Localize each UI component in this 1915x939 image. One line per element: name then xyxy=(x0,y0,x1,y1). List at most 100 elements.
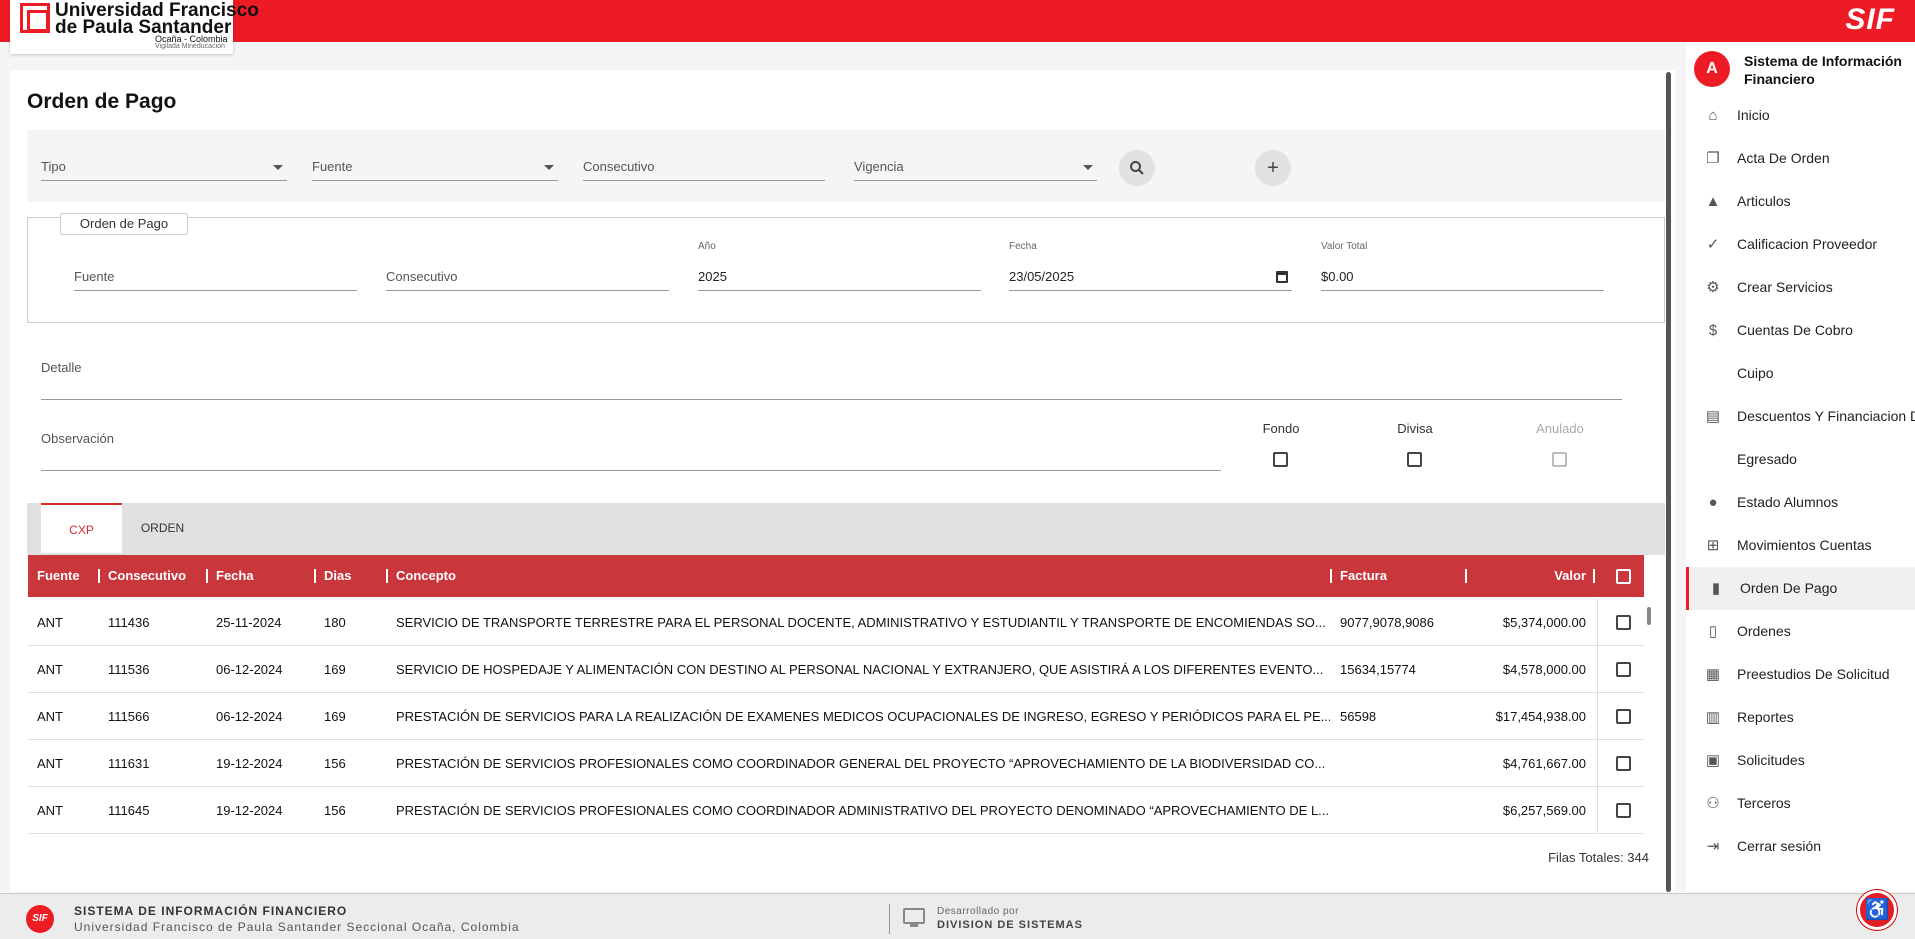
row-checkbox[interactable] xyxy=(1616,756,1631,771)
cell-fuente: ANT xyxy=(37,803,63,818)
row-checkbox[interactable] xyxy=(1616,709,1631,724)
payment-document-icon: ▮ xyxy=(1711,580,1721,597)
sidebar-item-reportes[interactable]: ▥ Reportes xyxy=(1686,696,1915,739)
sidebar-item-ordenes[interactable]: ▯ Ordenes xyxy=(1686,610,1915,653)
col-fuente[interactable]: Fuente xyxy=(37,555,80,597)
col-concepto[interactable]: Concepto xyxy=(396,555,456,597)
sidebar-item-orden-de-pago[interactable]: ▮ Orden De Pago xyxy=(1686,567,1915,610)
col-dias[interactable]: Dias xyxy=(324,555,351,597)
cell-fecha: 06-12-2024 xyxy=(216,662,283,677)
cxp-table: Fuente Consecutivo Fecha Dias Concepto F… xyxy=(27,555,1665,879)
vigencia-label: Vigencia xyxy=(854,159,904,174)
sidebar-item-egresado[interactable]: Egresado xyxy=(1686,438,1915,481)
cell-fuente: ANT xyxy=(37,709,63,724)
document-icon: ▯ xyxy=(1708,623,1718,640)
sidebar-item-label: Cuentas De Cobro xyxy=(1737,322,1853,338)
select-all-checkbox[interactable] xyxy=(1616,569,1631,584)
sif-footer-logo: SIF xyxy=(26,905,54,933)
table-header: Fuente Consecutivo Fecha Dias Concepto F… xyxy=(28,555,1644,597)
account-tree-icon: ⊞ xyxy=(1706,537,1720,554)
col-valor[interactable]: Valor xyxy=(1475,555,1586,597)
fecha-input[interactable]: Fecha 23/05/2025 xyxy=(1009,241,1292,291)
anio-label: Año xyxy=(698,241,716,252)
orden-fuente-input[interactable]: Fuente xyxy=(74,263,357,291)
sidebar-item-solicitudes[interactable]: ▣ Solicitudes xyxy=(1686,739,1915,782)
col-divider xyxy=(1597,787,1598,834)
table-row[interactable]: ANT 111645 19-12-2024 156 PRESTACIÓN DE … xyxy=(28,787,1644,834)
sidebar-item-label: Reportes xyxy=(1737,709,1794,725)
col-consecutivo[interactable]: Consecutivo xyxy=(108,555,186,597)
sidebar-item-descuentos[interactable]: ▤ Descuentos Y Financiacion De xyxy=(1686,395,1915,438)
footer-divider xyxy=(889,904,890,934)
sidebar-item-preestudios[interactable]: ▦ Preestudios De Solicitud xyxy=(1686,653,1915,696)
table-scrollbar[interactable] xyxy=(1647,607,1651,625)
sidebar-item-estado-alumnos[interactable]: ● Estado Alumnos xyxy=(1686,481,1915,524)
footer-title: SISTEMA DE INFORMACIÓN FINANCIERO xyxy=(74,904,348,918)
sidebar-item-calificacion-proveedor[interactable]: ✓ Calificacion Proveedor xyxy=(1686,223,1915,266)
anio-input[interactable]: Año 2025 xyxy=(698,241,981,291)
valor-total-value: $0.00 xyxy=(1321,269,1354,284)
table-row[interactable]: ANT 111566 06-12-2024 169 PRESTACIÓN DE … xyxy=(28,693,1644,740)
sidebar-item-cerrar-sesion[interactable]: ⇥ Cerrar sesión xyxy=(1686,825,1915,868)
sidebar-item-cuipo[interactable]: Cuipo xyxy=(1686,352,1915,395)
add-button[interactable]: + xyxy=(1255,150,1291,186)
tipo-label: Tipo xyxy=(41,159,66,174)
sidebar-item-terceros[interactable]: ⚇ Terceros xyxy=(1686,782,1915,825)
sidebar-item-crear-servicios[interactable]: ⚙ Crear Servicios xyxy=(1686,266,1915,309)
person-icon: ● xyxy=(1708,494,1718,511)
sidebar-item-movimientos-cuentas[interactable]: ⊞ Movimientos Cuentas xyxy=(1686,524,1915,567)
cell-fecha: 06-12-2024 xyxy=(216,709,283,724)
sif-brand: SIF xyxy=(1845,3,1895,36)
tipo-select[interactable]: Tipo xyxy=(41,153,287,181)
cell-fecha: 19-12-2024 xyxy=(216,756,283,771)
tab-orden[interactable]: ORDEN xyxy=(122,503,203,553)
main-scrollbar[interactable] xyxy=(1666,72,1671,892)
cell-fuente: ANT xyxy=(37,615,63,630)
observacion-label: Observación xyxy=(41,431,114,446)
sidebar-item-label: Descuentos Y Financiacion De xyxy=(1737,408,1915,424)
row-checkbox[interactable] xyxy=(1616,662,1631,677)
anulado-checkbox xyxy=(1552,452,1567,467)
chevron-down-icon xyxy=(544,165,554,170)
cell-fecha: 19-12-2024 xyxy=(216,803,283,818)
consecutivo-input[interactable]: Consecutivo xyxy=(583,153,825,181)
col-factura[interactable]: Factura xyxy=(1340,555,1387,597)
fuente-select[interactable]: Fuente xyxy=(312,153,558,181)
valor-total-input[interactable]: Valor Total $0.00 xyxy=(1321,241,1604,291)
search-button[interactable] xyxy=(1119,150,1155,186)
logout-icon: ⇥ xyxy=(1706,838,1720,855)
cell-concepto: PRESTACIÓN DE SERVICIOS PROFESIONALES CO… xyxy=(396,803,1330,818)
cell-factura: 9077,9078,9086 xyxy=(1340,615,1434,630)
tab-cxp[interactable]: CXP xyxy=(41,503,122,553)
sidebar-item-cuentas-de-cobro[interactable]: $ Cuentas De Cobro xyxy=(1686,309,1915,352)
footer-dev-name: DIVISION DE SISTEMAS xyxy=(937,919,1083,931)
sidebar-item-inicio[interactable]: ⌂ Inicio xyxy=(1686,94,1915,137)
col-fecha[interactable]: Fecha xyxy=(216,555,254,597)
university-logo[interactable]: Universidad Francisco de Paula Santander… xyxy=(10,0,259,54)
orden-consecutivo-input[interactable]: Consecutivo xyxy=(386,263,669,291)
table-row[interactable]: ANT 111536 06-12-2024 169 SERVICIO DE HO… xyxy=(28,646,1644,693)
sidebar-item-acta-de-orden[interactable]: ❐ Acta De Orden xyxy=(1686,137,1915,180)
sidebar-item-articulos[interactable]: ▲ Articulos xyxy=(1686,180,1915,223)
fondo-checkbox[interactable] xyxy=(1273,452,1288,467)
avatar[interactable]: A xyxy=(1694,51,1730,87)
row-checkbox[interactable] xyxy=(1616,615,1631,630)
detalle-input[interactable]: Detalle xyxy=(41,360,1622,400)
sidebar-item-label: Cuipo xyxy=(1737,365,1774,381)
col-separator xyxy=(206,569,208,583)
accessibility-button[interactable]: ♿ xyxy=(1857,890,1897,930)
sidebar-item-label: Egresado xyxy=(1737,451,1797,467)
ufps-logo-icon xyxy=(20,3,50,33)
cell-factura: 15634,15774 xyxy=(1340,662,1416,677)
shapes-icon: ▲ xyxy=(1705,193,1721,210)
orden-consecutivo-label: Consecutivo xyxy=(386,269,458,284)
observacion-input[interactable]: Observación xyxy=(41,431,1221,471)
divisa-checkbox[interactable] xyxy=(1407,452,1422,467)
vigencia-select[interactable]: Vigencia xyxy=(854,153,1097,181)
row-checkbox[interactable] xyxy=(1616,803,1631,818)
calendar-icon[interactable] xyxy=(1276,271,1288,283)
cell-consecutivo: 111436 xyxy=(108,615,150,630)
table-row[interactable]: ANT 111631 19-12-2024 156 PRESTACIÓN DE … xyxy=(28,740,1644,787)
table-row[interactable]: ANT 111436 25-11-2024 180 SERVICIO DE TR… xyxy=(28,599,1644,646)
cell-concepto: SERVICIO DE HOSPEDAJE Y ALIMENTACIÓN CON… xyxy=(396,662,1324,677)
